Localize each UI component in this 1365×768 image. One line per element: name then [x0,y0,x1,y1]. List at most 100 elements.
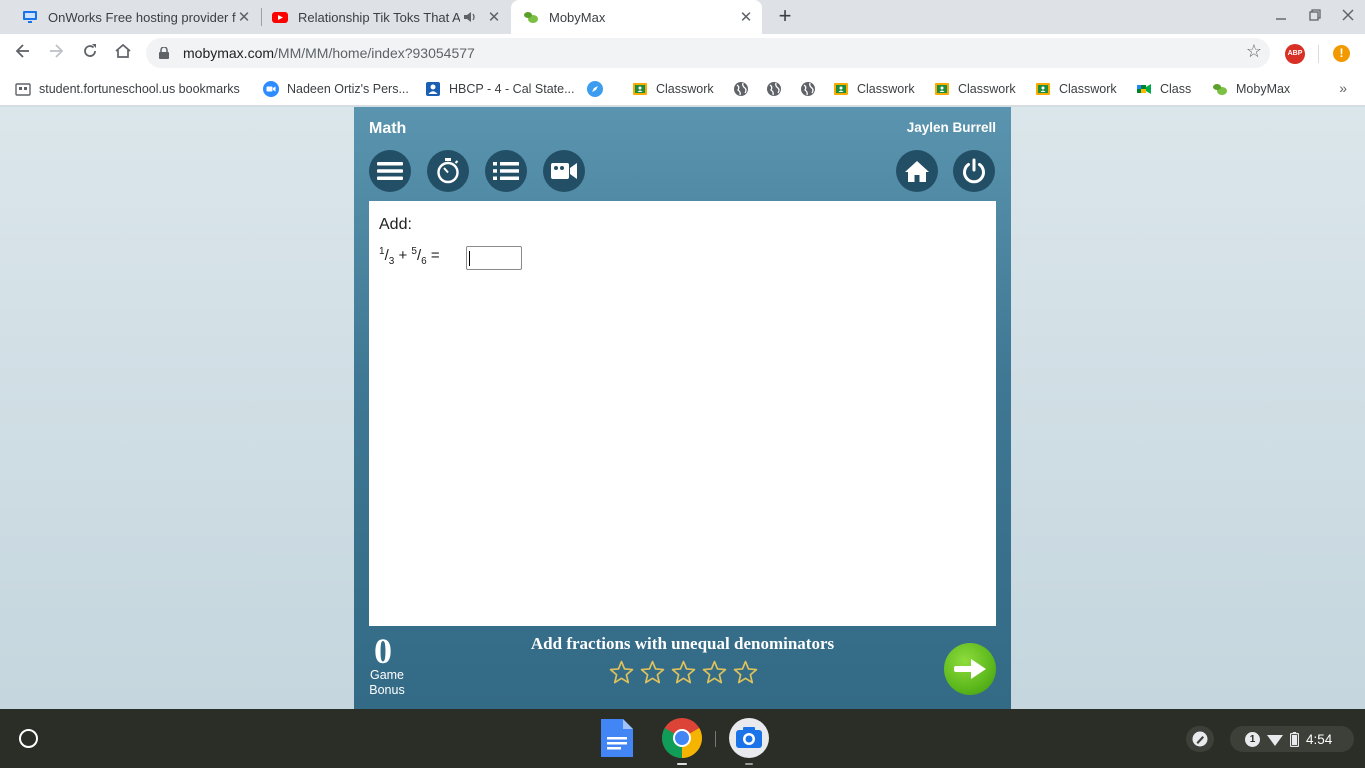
next-button[interactable] [944,643,996,695]
fraction-b-denominator: 6 [421,256,427,267]
camera-icon [729,718,769,758]
bookmark-label: Classwork [1059,82,1117,96]
status-area[interactable]: 1 4:54 [1230,726,1354,752]
minimize-icon[interactable] [1270,6,1292,28]
forward-icon[interactable] [44,41,68,65]
bookmark-item[interactable]: Class [1136,80,1191,98]
safari-icon [587,81,603,97]
house-icon [905,161,929,182]
active-app-indicator [677,763,687,765]
bookmark-label: Classwork [857,82,915,96]
bookmark-item[interactable]: Classwork [934,80,1016,98]
home-icon[interactable] [111,41,135,65]
url-domain: mobymax.com [183,45,275,61]
mobymax-icon [1213,84,1227,95]
camera-app[interactable] [728,717,770,759]
close-tab-icon[interactable]: ✕ [236,8,252,26]
arrow-right-icon [954,659,986,679]
meet-icon [1137,84,1151,94]
tab-title: MobyMax [549,9,606,25]
equals-sign: = [430,247,440,264]
logout-button[interactable] [953,150,995,192]
progress-stars [609,660,758,685]
bookmark-item[interactable]: HBCP - 4 - Cal State... [425,80,575,98]
launcher-icon[interactable] [19,729,38,748]
operator: + [398,247,408,264]
back-icon[interactable] [11,41,35,65]
close-tab-icon[interactable]: ✕ [738,8,754,26]
bookmark-star-icon[interactable]: ☆ [1246,41,1262,62]
restore-icon[interactable] [1304,6,1326,28]
chrome-icon [662,718,702,758]
close-window-icon[interactable] [1337,6,1359,28]
update-alert-icon[interactable]: ! [1333,45,1350,62]
list-icon [493,162,519,180]
fraction-a-numerator: 1 [379,246,385,257]
video-camera-icon [551,163,577,179]
more-bookmarks-button[interactable]: » [1339,80,1347,96]
speaker-icon[interactable] [464,11,478,23]
tab-strip: OnWorks Free hosting provider fo ✕ Relat… [0,0,1365,34]
os-shelf: 1 4:54 [0,709,1365,768]
star-icon [733,660,758,684]
bookmark-item[interactable] [733,80,757,98]
hamburger-icon [377,162,403,180]
game-bonus-label: Game Bonus [368,668,406,698]
bookmark-item[interactable]: MobyMax [1212,80,1290,98]
question-prompt: Add: [379,216,412,233]
star-icon [609,660,634,684]
bookmark-item[interactable]: student.fortuneschool.us bookmarks [15,80,240,98]
question-area: Add: 1/3 + 5/6 = [369,201,996,626]
close-tab-icon[interactable]: ✕ [486,8,502,26]
bookmarks-bar: student.fortuneschool.us bookmarks Nadee… [0,72,1365,106]
lock-icon[interactable] [159,47,169,59]
tab-onworks[interactable]: OnWorks Free hosting provider fo ✕ [12,0,260,34]
bookmark-label: Classwork [656,82,714,96]
bookmark-item[interactable]: Classwork [1035,80,1117,98]
adblock-extension-icon[interactable]: ABP [1285,44,1305,64]
bookmark-item[interactable] [800,80,824,98]
globe-icon [734,82,748,96]
list-button[interactable] [485,150,527,192]
zoom-icon [263,81,279,97]
power-icon [963,158,985,184]
subject-title: Math [369,120,407,137]
student-name: Jaylen Burrell [906,120,996,135]
tab-mobymax[interactable]: MobyMax ✕ [511,0,762,34]
classroom-icon [1036,83,1050,95]
chrome-app[interactable] [661,717,703,759]
url-path: /MM/MM/home/index?93054577 [274,45,475,61]
toolbar-divider [1318,45,1319,63]
tab-title: Relationship Tik Toks That A [298,9,460,25]
new-tab-button[interactable]: + [774,5,796,27]
game-bonus-label-line: Game [369,668,405,682]
home-button[interactable] [896,150,938,192]
reload-icon[interactable] [78,41,102,65]
address-bar[interactable]: mobymax.com/MM/MM/home/index?93054577 ☆ [146,38,1270,68]
answer-input[interactable] [466,246,522,270]
video-button[interactable] [543,150,585,192]
contact-icon [426,82,440,96]
bookmark-label: MobyMax [1236,82,1291,96]
bookmark-item[interactable]: Nadeen Ortiz's Pers... [263,80,409,98]
bookmark-item[interactable]: Classwork [833,80,915,98]
tab-title: OnWorks Free hosting provider fo [48,9,236,25]
bookmark-label: Nadeen Ortiz's Pers... [287,82,409,96]
timer-button[interactable] [427,150,469,192]
text-caret [469,251,470,266]
bookmark-item[interactable] [766,80,790,98]
stylus-tools-button[interactable] [1186,726,1214,752]
classroom-icon [633,83,647,95]
bookmark-item[interactable]: Classwork [632,80,714,98]
fraction-b-numerator: 5 [411,246,417,257]
youtube-icon [272,12,288,23]
bookmark-item[interactable] [587,80,611,98]
star-icon [640,660,665,684]
monitor-icon [23,11,37,23]
google-docs-app[interactable] [595,717,637,759]
tab-youtube[interactable]: Relationship Tik Toks That A ✕ [262,0,510,34]
stopwatch-icon [437,158,459,184]
url-text[interactable]: mobymax.com/MM/MM/home/index?93054577 [183,45,475,61]
menu-button[interactable] [369,150,411,192]
fraction-a-denominator: 3 [388,256,395,267]
